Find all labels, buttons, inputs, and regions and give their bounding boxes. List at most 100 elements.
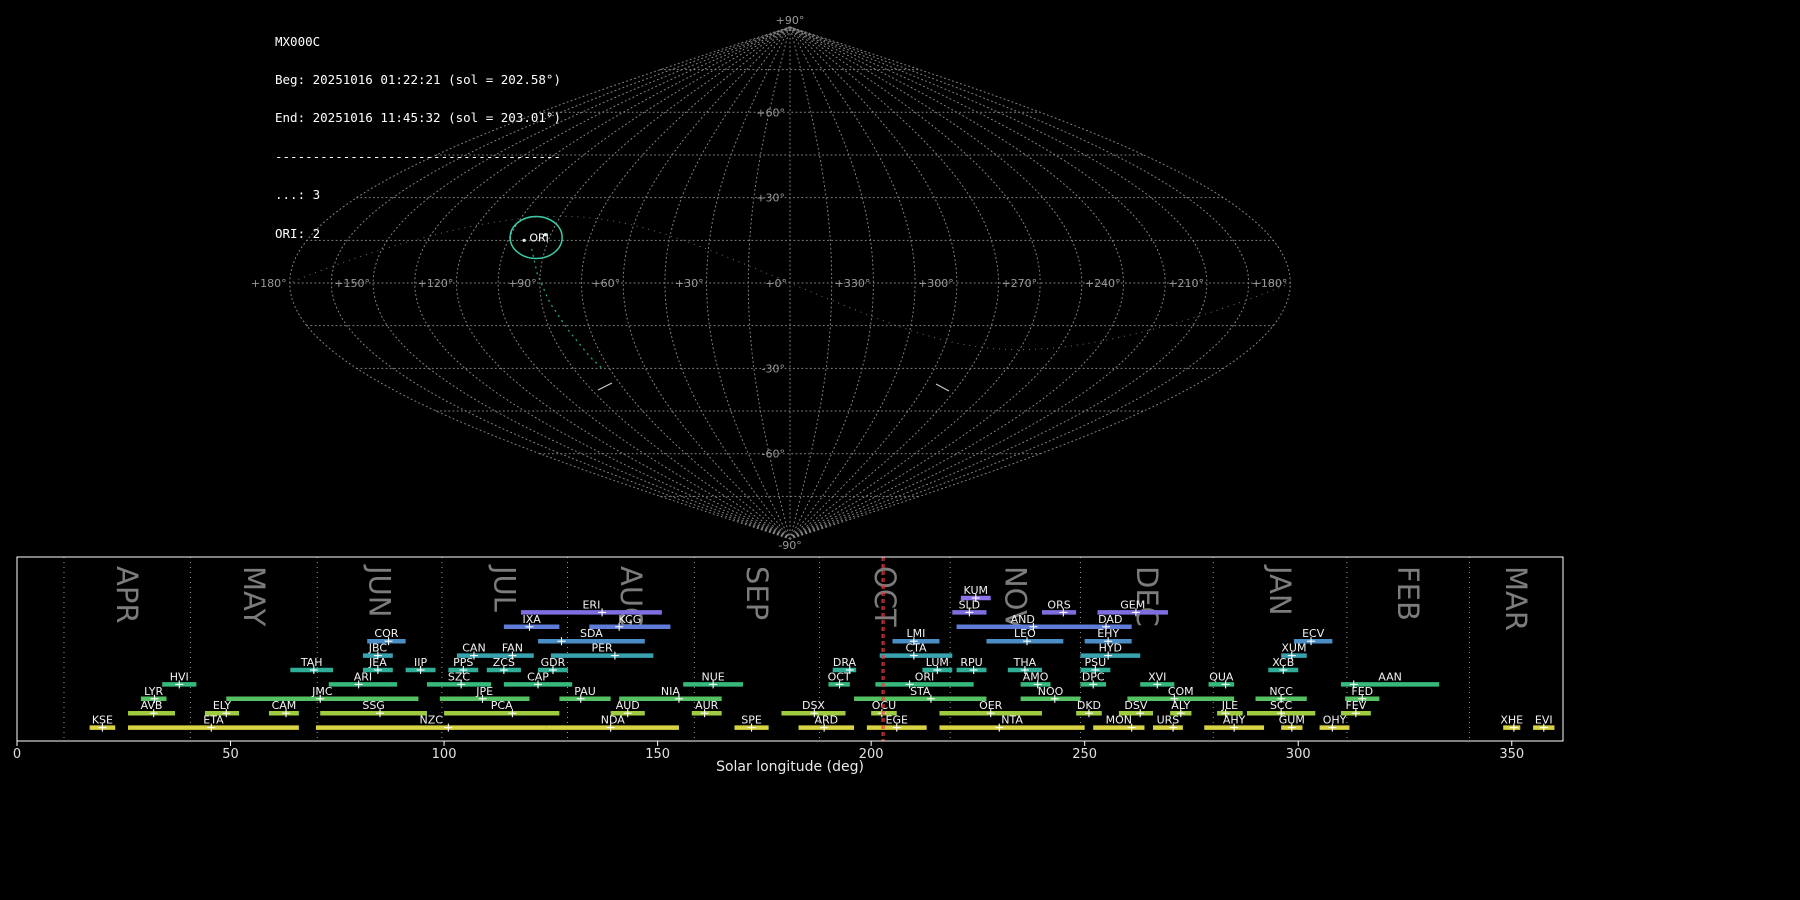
- shower-code-label: CTA: [905, 642, 927, 655]
- shower-GUM: GUM: [1279, 714, 1305, 732]
- shower-code-label: ORI: [915, 670, 935, 683]
- x-tick-label: 300: [1286, 747, 1311, 762]
- shower-code-label: AVB: [141, 699, 163, 712]
- ra-label: +240°: [1085, 277, 1121, 290]
- shower-OCT: OCT: [828, 670, 851, 688]
- ra-label: +330°: [835, 277, 871, 290]
- shower-code-label: AUR: [695, 699, 719, 712]
- separator-line: --------------------------------------: [275, 151, 561, 164]
- month-label-APR: APR: [110, 566, 144, 623]
- shower-EVI: EVI: [1533, 714, 1554, 732]
- shower-SLD: SLD: [952, 598, 986, 616]
- shower-code-label: GUM: [1279, 714, 1305, 727]
- dec-label: +30°: [756, 192, 785, 205]
- shower-code-label: AMO: [1023, 670, 1049, 683]
- shower-NDA: NDA: [547, 714, 679, 732]
- shower-code-label: KSE: [92, 714, 113, 727]
- shower-code-label: HVI: [170, 670, 189, 683]
- north-pole-label: +90°: [776, 14, 805, 27]
- shower-code-label: OER: [979, 699, 1003, 712]
- shower-code-label: AUD: [616, 699, 640, 712]
- shower-OER: OER: [939, 699, 1041, 717]
- shower-code-label: LUM: [926, 656, 949, 669]
- x-tick-label: 100: [432, 747, 457, 762]
- shower-code-label: PCA: [491, 699, 513, 712]
- month-label-DEC: DEC: [1130, 566, 1164, 627]
- month-label-FEB: FEB: [1391, 566, 1425, 621]
- shower-code-label: LEO: [1014, 627, 1036, 640]
- ra-label: +30°: [675, 277, 704, 290]
- shower-code-label: THA: [1013, 656, 1037, 669]
- shower-DKD: DKD: [1076, 699, 1102, 717]
- shower-code-label: RPU: [960, 656, 982, 669]
- shower-code-label: SCC: [1270, 699, 1293, 712]
- shower-code-label: ARI: [354, 670, 372, 683]
- activity-timeline-chart: APRMAYJUNJULAUGSEPOCTNOVDECJANFEBMARKUME…: [13, 557, 1563, 775]
- shower-code-label: DSX: [802, 699, 825, 712]
- shower-code-label: NCC: [1269, 685, 1293, 698]
- shower-code-label: JBC: [368, 642, 388, 655]
- shower-code-label: SZC: [448, 670, 471, 683]
- south-pole-label: -90°: [778, 539, 801, 552]
- x-axis: 050100150200250300350Solar longitude (de…: [13, 741, 1524, 775]
- shower-ARD: ARD: [799, 714, 855, 732]
- shower-NOO: NOO: [1021, 685, 1081, 703]
- ra-label: +210°: [1168, 277, 1204, 290]
- shower-KSE: KSE: [90, 714, 116, 732]
- shower-code-label: XCB: [1272, 656, 1294, 669]
- radiant-drift-trail: [532, 249, 603, 369]
- shower-code-label: PSU: [1085, 656, 1107, 669]
- shower-code-label: XHE: [1500, 714, 1523, 727]
- shower-MON: MON: [1093, 714, 1144, 732]
- shower-code-label: EGE: [886, 714, 908, 727]
- shower-code-label: DAD: [1098, 613, 1122, 626]
- shower-code-label: SPE: [741, 714, 762, 727]
- shower-code-label: CAP: [527, 670, 549, 683]
- shower-code-label: QUA: [1209, 670, 1234, 683]
- shower-code-label: EHY: [1097, 627, 1119, 640]
- month-label-JUN: JUN: [363, 564, 397, 617]
- ori-shower-count: ORI: 2: [275, 228, 561, 241]
- ra-label: +180°: [251, 277, 287, 290]
- shower-code-label: AND: [1011, 613, 1035, 626]
- shower-URS: URS: [1153, 714, 1183, 732]
- ra-label: +150°: [334, 277, 370, 290]
- month-label-SEP: SEP: [740, 566, 774, 620]
- shower-code-label: ALY: [1171, 699, 1190, 712]
- ra-label: +300°: [918, 277, 954, 290]
- shower-XCB: XCB: [1268, 656, 1298, 674]
- shower-code-label: SLD: [959, 598, 981, 611]
- month-label-MAR: MAR: [1499, 566, 1533, 631]
- observation-begin: Beg: 20251016 01:22:21 (sol = 202.58°): [275, 74, 561, 87]
- shower-code-label: JMC: [311, 685, 333, 698]
- shower-code-label: SSG: [362, 699, 385, 712]
- dec-label: -30°: [762, 362, 785, 375]
- shower-code-label: JPE: [475, 685, 493, 698]
- shower-code-label: PER: [591, 642, 613, 655]
- shower-code-label: JEA: [368, 656, 387, 669]
- ra-label: +60°: [591, 277, 620, 290]
- observation-info-panel: MX000C Beg: 20251016 01:22:21 (sol = 202…: [275, 10, 561, 266]
- shower-code-label: IXA: [522, 613, 541, 626]
- x-tick-label: 0: [13, 747, 21, 762]
- shower-code-label: LMI: [907, 627, 926, 640]
- shower-code-label: DSV: [1124, 699, 1147, 712]
- shower-code-label: PPS: [453, 656, 473, 669]
- shower-PER: PER: [551, 642, 653, 660]
- x-tick-label: 350: [1499, 747, 1524, 762]
- shower-code-label: CAN: [462, 642, 485, 655]
- x-tick-label: 150: [645, 747, 670, 762]
- shower-code-label: HYD: [1099, 642, 1122, 655]
- meteor-track-mark: [598, 383, 612, 390]
- shower-code-label: FAN: [502, 642, 523, 655]
- month-label-OCT: OCT: [868, 566, 902, 627]
- shower-ARI: ARI: [329, 670, 397, 688]
- shower-code-label: ARD: [814, 714, 838, 727]
- shower-code-label: XUM: [1281, 642, 1306, 655]
- shower-code-label: FEV: [1345, 699, 1366, 712]
- month-label-MAY: MAY: [237, 566, 271, 627]
- shower-SPE: SPE: [734, 714, 768, 732]
- shower-code-label: FED: [1351, 685, 1373, 698]
- shower-PCA: PCA: [444, 699, 559, 717]
- shower-code-label: XVI: [1148, 670, 1166, 683]
